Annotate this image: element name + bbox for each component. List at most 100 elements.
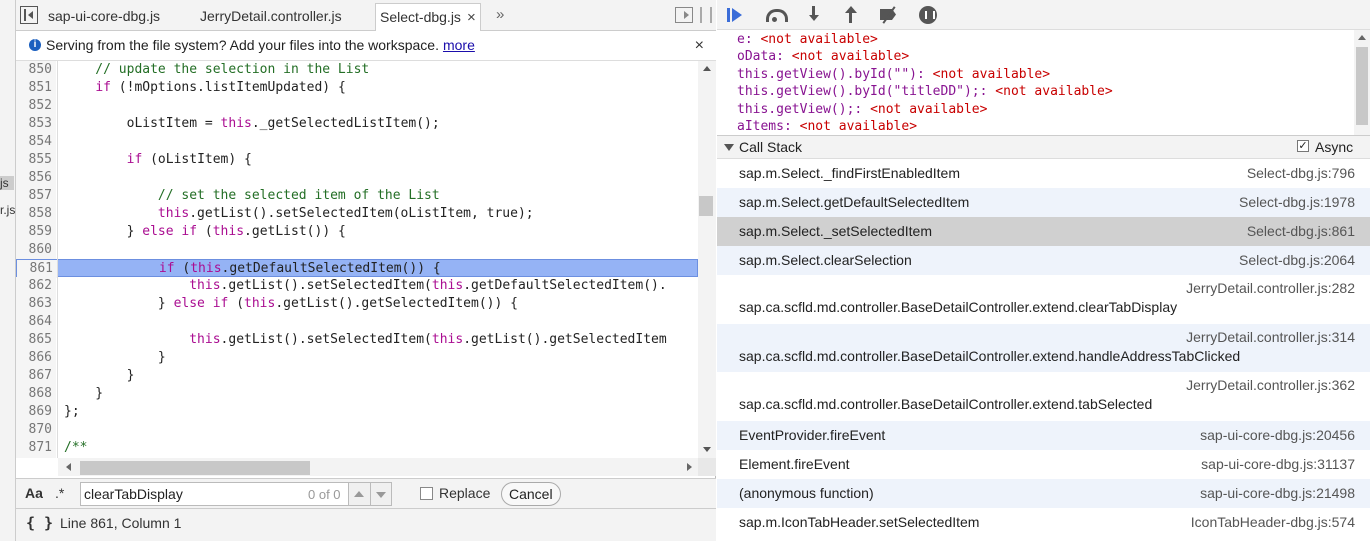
resume-icon[interactable] (725, 5, 747, 25)
code-line[interactable]: 854 (16, 133, 698, 151)
call-frame-location[interactable]: IconTabHeader-dbg.js:574 (1191, 514, 1355, 530)
line-number[interactable]: 862 (16, 277, 56, 295)
line-number[interactable]: 867 (16, 367, 56, 385)
toggle-debugger-icon[interactable] (675, 7, 693, 23)
line-number[interactable]: 858 (16, 205, 56, 223)
code-line[interactable]: 865 this.getList().setSelectedItem(this.… (16, 331, 698, 349)
call-frame[interactable]: sap.ca.scfld.md.controller.BaseDetailCon… (717, 275, 1370, 324)
step-over-icon[interactable] (764, 5, 788, 25)
line-number[interactable]: 854 (16, 133, 56, 151)
call-frame[interactable]: Element.fireEvent sap-ui-core-dbg.js:3113… (717, 450, 1370, 479)
line-number[interactable]: 868 (16, 385, 56, 403)
call-frame-location[interactable]: JerryDetail.controller.js:282 (1186, 280, 1355, 296)
call-frame[interactable]: sap.m.Select.getDefaultSelectedItem Selec… (717, 188, 1370, 217)
code-line[interactable]: 856 (16, 169, 698, 187)
line-number[interactable]: 871 (16, 439, 56, 457)
call-frame[interactable]: sap.m.Select.clearSelection Select-dbg.js… (717, 246, 1370, 275)
close-tab-icon[interactable]: × (467, 9, 476, 26)
watch-item[interactable]: oData: <not available> (737, 48, 909, 65)
call-frame[interactable]: sap.m.Select._setSelectedItem Select-dbg.… (717, 217, 1370, 246)
code-line[interactable]: 859 } else if (this.getList()) { (16, 223, 698, 241)
code-line[interactable]: 870 (16, 421, 698, 439)
regex-toggle[interactable]: .* (55, 485, 64, 501)
call-frame-location[interactable]: sap-ui-core-dbg.js:31137 (1201, 456, 1355, 472)
line-number[interactable]: 857 (16, 187, 56, 205)
async-checkbox[interactable]: ✓ (1297, 140, 1309, 152)
scroll-left-icon[interactable] (66, 463, 71, 471)
watch-item[interactable]: e: <not available> (737, 31, 878, 48)
call-frame-location[interactable]: JerryDetail.controller.js:314 (1186, 329, 1355, 345)
line-number[interactable]: 859 (16, 223, 56, 241)
toggle-navigator-icon[interactable] (20, 6, 38, 24)
tab-select-dbg[interactable]: Select-dbg.js × (375, 3, 481, 31)
code-line[interactable]: 869}; (16, 403, 698, 421)
next-match-button[interactable] (370, 482, 392, 506)
watch-scrollbar[interactable] (1354, 30, 1370, 135)
call-stack-header[interactable]: Call Stack ✓ Async (717, 135, 1370, 159)
replace-checkbox[interactable] (420, 487, 433, 500)
expand-arrow-icon[interactable] (724, 144, 734, 151)
line-number[interactable]: 861 (17, 260, 57, 278)
call-frame[interactable]: EventProvider.fireEvent sap-ui-core-dbg.j… (717, 420, 1370, 450)
scroll-down-icon[interactable] (703, 447, 711, 452)
pause-on-exceptions-icon[interactable] (917, 5, 939, 25)
code-line[interactable]: 864 (16, 313, 698, 331)
code-line[interactable]: 866 } (16, 349, 698, 367)
scroll-up-icon[interactable] (1358, 35, 1366, 40)
line-number[interactable]: 851 (16, 79, 56, 97)
watch-item[interactable]: this.getView().byId("titleDD");: <not av… (737, 83, 1113, 100)
scroll-thumb[interactable] (80, 461, 310, 475)
call-frame[interactable]: sap.ca.scfld.md.controller.BaseDetailCon… (717, 372, 1370, 421)
code-line[interactable]: 868 } (16, 385, 698, 403)
code-line[interactable]: 855 if (oListItem) { (16, 151, 698, 169)
code-line[interactable]: 863 } else if (this.getList().getSelecte… (16, 295, 698, 313)
call-frame[interactable]: sap.m.IconTabHeader.setSelectedItem IconT… (717, 508, 1370, 537)
call-frame[interactable]: (anonymous function) sap-ui-core-dbg.js:2… (717, 478, 1370, 508)
watch-item[interactable]: aItems: <not available> (737, 118, 917, 135)
call-frame-location[interactable]: Select-dbg.js:796 (1247, 165, 1355, 181)
pane-grip-icon[interactable] (700, 7, 712, 23)
watch-item[interactable]: this.getView();: <not available> (737, 101, 987, 118)
line-number[interactable]: 855 (16, 151, 56, 169)
tab-sap-ui-core[interactable]: sap-ui-core-dbg.js (44, 3, 164, 31)
call-frame-location[interactable]: Select-dbg.js:1978 (1239, 194, 1355, 210)
line-number[interactable]: 852 (16, 97, 56, 115)
line-number[interactable]: 860 (16, 241, 56, 259)
line-number[interactable]: 866 (16, 349, 56, 367)
line-number[interactable]: 869 (16, 403, 56, 421)
code-line[interactable]: 871 /** (16, 439, 698, 457)
line-number[interactable]: 850 (16, 61, 56, 79)
line-number[interactable]: 856 (16, 169, 56, 187)
call-frame[interactable]: sap.m.Select._findFirstEnabledItem Select… (717, 159, 1370, 188)
async-label[interactable]: Async (1315, 139, 1353, 155)
line-number[interactable]: 870 (16, 421, 56, 439)
call-frame-location[interactable]: Select-dbg.js:2064 (1239, 252, 1355, 268)
code-line[interactable]: 860 (16, 241, 698, 259)
code-line[interactable]: 852 (16, 97, 698, 115)
infobar-more-link[interactable]: more (443, 37, 475, 53)
code-line[interactable]: 867 } (16, 367, 698, 385)
line-number[interactable]: 864 (16, 313, 56, 331)
scroll-right-icon[interactable] (687, 463, 692, 471)
cancel-button[interactable]: Cancel (501, 482, 561, 506)
scroll-thumb[interactable] (699, 196, 713, 216)
replace-label[interactable]: Replace (439, 485, 490, 501)
code-line[interactable]: 850 // update the selection in the List (16, 61, 698, 79)
vertical-scrollbar[interactable] (698, 61, 716, 458)
code-line[interactable]: 858 this.getList().setSelectedItem(oList… (16, 205, 698, 223)
call-frame-location[interactable]: sap-ui-core-dbg.js:21498 (1200, 485, 1355, 501)
line-number[interactable]: 853 (16, 115, 56, 133)
scroll-up-icon[interactable] (703, 66, 711, 71)
call-frame-location[interactable]: sap-ui-core-dbg.js:20456 (1200, 427, 1355, 443)
close-icon[interactable]: × (695, 31, 704, 60)
tab-overflow-button[interactable]: » (496, 6, 504, 23)
call-frame-location[interactable]: Select-dbg.js:861 (1247, 223, 1355, 239)
call-frame[interactable]: sap.ca.scfld.md.controller.BaseDetailCon… (717, 323, 1370, 372)
step-out-icon[interactable] (840, 5, 862, 25)
tab-jerrydetail-controller[interactable]: JerryDetail.controller.js (196, 3, 346, 31)
previous-match-button[interactable] (348, 482, 370, 506)
code-view[interactable]: 850 // update the selection in the List 8… (16, 61, 698, 458)
watch-item[interactable]: this.getView().byId(""): <not available> (737, 66, 1050, 83)
line-number[interactable]: 863 (16, 295, 56, 313)
call-frame-location[interactable]: JerryDetail.controller.js:362 (1186, 377, 1355, 393)
